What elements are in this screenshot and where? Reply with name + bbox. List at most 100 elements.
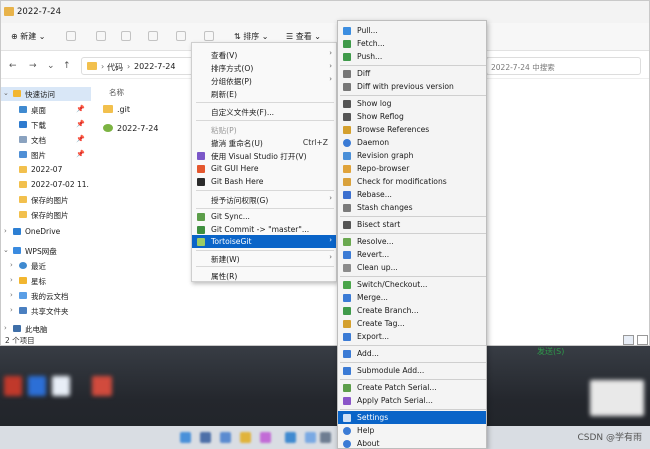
chevron-down-icon[interactable]: ⌄ — [3, 89, 9, 97]
menu-item-submodule-add[interactable]: Submodule Add... — [338, 364, 486, 377]
taskbar-app-icon[interactable] — [180, 432, 191, 443]
chevron-right-icon[interactable]: › — [4, 324, 7, 332]
copy-icon[interactable] — [96, 31, 106, 41]
taskbar-app-icon[interactable] — [320, 432, 331, 443]
menu-item-customize-folder[interactable]: 自定义文件夹(F)... — [192, 105, 336, 118]
sidebar-item-folder[interactable]: 2022-07-02 11. — [1, 178, 91, 192]
forward-arrow-icon[interactable]: → — [29, 61, 37, 71]
menu-item-properties[interactable]: 属性(R) — [192, 269, 336, 282]
menu-item-check-modifications[interactable]: Check for modifications — [338, 175, 486, 188]
details-view-icon[interactable] — [623, 335, 634, 345]
share-icon[interactable] — [176, 31, 186, 41]
menu-item-push[interactable]: Push... — [338, 50, 486, 63]
menu-item-add[interactable]: Add... — [338, 347, 486, 360]
menu-item-git-bash[interactable]: Git Bash Here — [192, 175, 336, 188]
menu-separator — [196, 190, 334, 191]
menu-item-grant-access[interactable]: 授予访问权限(G) › — [192, 193, 336, 206]
sidebar-item-shared[interactable]: › 共享文件夹 — [1, 304, 91, 318]
menu-item-switch-checkout[interactable]: Switch/Checkout... — [338, 278, 486, 291]
sidebar-item-cloud-docs[interactable]: › 我的云文档 — [1, 289, 91, 303]
tiles-view-icon[interactable] — [637, 335, 648, 345]
menu-item-revert[interactable]: Revert... — [338, 248, 486, 261]
menu-item-settings[interactable]: Settings — [338, 411, 486, 424]
sidebar-item-folder[interactable]: 保存的图片 — [1, 208, 91, 222]
menu-item-diff[interactable]: Diff — [338, 67, 486, 80]
menu-item-bisect-start[interactable]: Bisect start — [338, 218, 486, 231]
sidebar-item-starred[interactable]: › 星标 — [1, 274, 91, 288]
sidebar-item-onedrive[interactable]: › OneDrive — [1, 225, 91, 239]
menu-item-about[interactable]: About — [338, 437, 486, 449]
menu-item-show-reflog[interactable]: Show Reflog — [338, 110, 486, 123]
menu-item-clean-up[interactable]: Clean up... — [338, 261, 486, 274]
menu-item-stash[interactable]: Stash changes — [338, 201, 486, 214]
chevron-right-icon[interactable]: › — [10, 261, 13, 269]
menu-item-open-visual-studio[interactable]: 使用 Visual Studio 打开(V) — [192, 149, 336, 162]
menu-item-merge[interactable]: Merge... — [338, 291, 486, 304]
menu-item-export[interactable]: Export... — [338, 330, 486, 343]
graph-icon — [343, 152, 351, 160]
title-bar[interactable]: 2022-7-24 — [1, 1, 649, 23]
sidebar-item-downloads[interactable]: 下载 📌 — [1, 118, 91, 132]
menu-item-rebase[interactable]: Rebase... — [338, 188, 486, 201]
back-arrow-icon[interactable]: ← — [9, 61, 17, 71]
taskbar-app-icon[interactable] — [220, 432, 231, 443]
menu-item-resolve[interactable]: Resolve... — [338, 235, 486, 248]
sidebar-item-folder[interactable]: 保存的图片 — [1, 193, 91, 207]
paste-icon[interactable] — [121, 31, 131, 41]
sidebar-item-documents[interactable]: 文档 📌 — [1, 133, 91, 147]
chevron-down-icon[interactable]: ⌄ — [47, 61, 55, 71]
column-header-name[interactable]: 名称 — [109, 87, 124, 98]
sidebar-item-quick-access[interactable]: ⌄ 快速访问 — [1, 87, 91, 101]
menu-item-tortoisegit[interactable]: TortoiseGit › — [192, 235, 336, 248]
sidebar-item-folder[interactable]: 2022-07 — [1, 163, 91, 177]
menu-item-label: Diff — [357, 69, 371, 78]
menu-item-undo-rename[interactable]: 撤消 重命名(U) Ctrl+Z — [192, 136, 336, 149]
menu-item-pull[interactable]: Pull... — [338, 24, 486, 37]
menu-item-apply-patch[interactable]: Apply Patch Serial... — [338, 394, 486, 407]
menu-item-new[interactable]: 新建(W) › — [192, 252, 336, 265]
menu-item-create-branch[interactable]: Create Branch... — [338, 304, 486, 317]
menu-item-refresh[interactable]: 刷新(E) — [192, 87, 336, 100]
taskbar-app-icon[interactable] — [285, 432, 296, 443]
sidebar-item-recent[interactable]: › 最近 — [1, 259, 91, 273]
up-arrow-icon[interactable]: ↑ — [63, 61, 71, 71]
menu-item-create-tag[interactable]: Create Tag... — [338, 317, 486, 330]
search-input[interactable]: 2022-7-24 中搜索 — [486, 57, 641, 75]
taskbar-app-icon[interactable] — [240, 432, 251, 443]
menu-item-help[interactable]: Help — [338, 424, 486, 437]
breadcrumb-item[interactable]: 2022-7-24 — [134, 62, 175, 71]
menu-item-sort[interactable]: 排序方式(O) › — [192, 61, 336, 74]
menu-item-git-sync[interactable]: Git Sync... — [192, 210, 336, 223]
chevron-down-icon[interactable]: ⌄ — [3, 246, 9, 254]
breadcrumb-item[interactable]: 代码 — [107, 62, 123, 73]
menu-item-git-gui[interactable]: Git GUI Here — [192, 162, 336, 175]
taskbar-app-icon[interactable] — [260, 432, 271, 443]
chevron-right-icon[interactable]: › — [10, 306, 13, 314]
view-button[interactable]: ☰ 查看 ⌄ — [286, 31, 321, 42]
menu-item-create-patch[interactable]: Create Patch Serial... — [338, 381, 486, 394]
menu-item-diff-previous[interactable]: Diff with previous version — [338, 80, 486, 93]
menu-item-repo-browser[interactable]: Repo-browser — [338, 162, 486, 175]
delete-icon[interactable] — [204, 31, 214, 41]
sidebar-item-wps[interactable]: ⌄ WPS网盘 — [1, 244, 91, 258]
menu-item-browse-references[interactable]: Browse References — [338, 123, 486, 136]
chevron-right-icon[interactable]: › — [10, 291, 13, 299]
new-button[interactable]: ⊕ 新建 ⌄ — [11, 31, 46, 42]
menu-item-show-log[interactable]: Show log — [338, 97, 486, 110]
rename-icon[interactable] — [148, 31, 158, 41]
taskbar-app-icon[interactable] — [200, 432, 211, 443]
menu-item-group[interactable]: 分组依据(P) › — [192, 74, 336, 87]
menu-item-fetch[interactable]: Fetch... — [338, 37, 486, 50]
sidebar-item-pictures[interactable]: 图片 📌 — [1, 148, 91, 162]
chevron-right-icon[interactable]: › — [4, 227, 7, 235]
sidebar-item-desktop[interactable]: 桌面 📌 — [1, 103, 91, 117]
menu-item-paste[interactable]: 粘贴(P) — [192, 123, 336, 136]
menu-item-revision-graph[interactable]: Revision graph — [338, 149, 486, 162]
sidebar-item-this-pc[interactable]: › 此电脑 — [1, 322, 91, 336]
taskbar-app-icon[interactable] — [305, 432, 316, 443]
menu-item-daemon[interactable]: Daemon — [338, 136, 486, 149]
sort-button[interactable]: ⇅ 排序 ⌄ — [234, 31, 269, 42]
cut-icon[interactable] — [66, 31, 76, 41]
chevron-right-icon[interactable]: › — [10, 276, 13, 284]
menu-item-view[interactable]: 查看(V) › — [192, 48, 336, 61]
